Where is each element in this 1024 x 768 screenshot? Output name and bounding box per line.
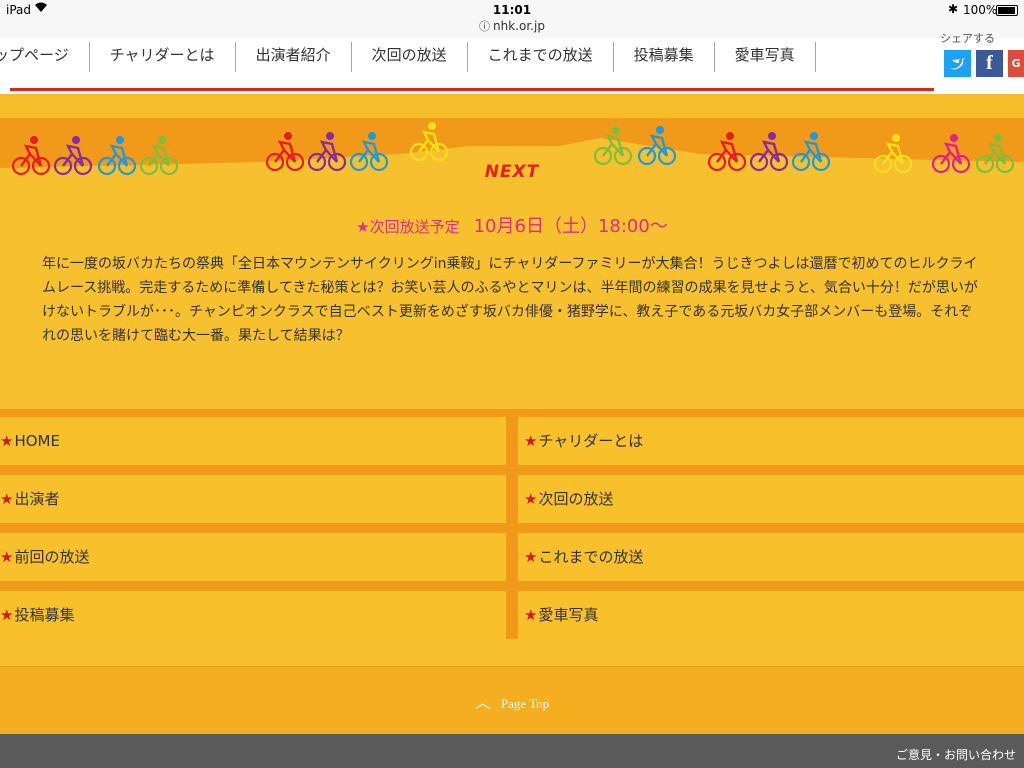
twitter-icon[interactable] (944, 50, 971, 77)
link-label: 投稿募集 (14, 606, 75, 624)
link-next-broadcast[interactable]: ★次回の放送 (518, 475, 1024, 523)
schedule-date: 10月6日（土）18:00～ (473, 216, 668, 237)
star-icon: ★ (524, 490, 538, 508)
link-bike-photos[interactable]: ★愛車写真 (518, 591, 1024, 639)
star-icon: ★ (524, 606, 538, 624)
page-info-icon: ⓘ (479, 20, 491, 33)
nav-about-charider[interactable]: チャリダーとは (90, 42, 236, 72)
star-icon: ★ (524, 548, 538, 566)
nav-menu: ップページ チャリダーとは 出演者紹介 次回の放送 これまでの放送 投稿募集 愛… (0, 42, 816, 72)
star-icon: ★ (0, 548, 14, 566)
link-grid: ★HOME ★チャリダーとは ★出演者 ★次回の放送 ★前回の放送 ★これまでの… (0, 409, 1024, 639)
nav-divider (10, 88, 934, 91)
star-icon: ★ (524, 432, 538, 450)
address-bar[interactable]: ⓘ nhk.or.jp (0, 18, 1024, 34)
global-nav: ップページ チャリダーとは 出演者紹介 次回の放送 これまでの放送 投稿募集 愛… (0, 32, 1024, 94)
nav-next-broadcast[interactable]: 次回の放送 (352, 42, 468, 72)
chevron-up-icon: ︿ (474, 695, 491, 712)
battery-icon (996, 5, 1018, 16)
status-time: 11:01 (492, 3, 532, 17)
contact-link[interactable]: ご意見・お問い合わせ (896, 746, 1016, 763)
nav-submissions[interactable]: 投稿募集 (614, 42, 715, 72)
nav-bike-photos[interactable]: 愛車写真 (715, 42, 816, 72)
link-label: 出演者 (14, 490, 60, 508)
link-past-broadcasts[interactable]: ★これまでの放送 (518, 533, 1024, 581)
link-label: 愛車写真 (538, 606, 599, 624)
link-label: 次回の放送 (538, 490, 614, 508)
google-plus-icon[interactable]: G (1008, 50, 1024, 77)
page-top-label: Page Top (500, 696, 550, 711)
episode-description: 年に一度の坂バカたちの祭典「全日本マウンテンサイクリングin乗鞍」にチャリダーフ… (42, 256, 978, 344)
link-about-charider[interactable]: ★チャリダーとは (518, 417, 1024, 465)
link-label: これまでの放送 (538, 548, 644, 566)
next-heading: NEXT (484, 162, 540, 182)
page-top-area: ︿ Page Top (0, 666, 1024, 735)
address-url: nhk.or.jp (493, 19, 545, 33)
status-bar: iPad 11:01 ⓘ nhk.or.jp ✱ 100% (0, 0, 1024, 39)
share-label: シェアする (940, 32, 995, 45)
nav-past-broadcasts[interactable]: これまでの放送 (468, 42, 614, 72)
bluetooth-icon: ✱ (948, 2, 959, 16)
star-icon: ★ (0, 490, 14, 508)
page-top-button[interactable]: ︿ Page Top (0, 689, 1024, 713)
link-label: HOME (14, 432, 60, 450)
link-home[interactable]: ★HOME (0, 417, 506, 465)
battery-percent: 100% (963, 3, 998, 17)
facebook-icon[interactable]: f (976, 50, 1003, 77)
schedule-label: ★次回放送予定 (356, 218, 460, 236)
band-top (0, 94, 1024, 118)
link-previous-broadcast[interactable]: ★前回の放送 (0, 533, 506, 581)
link-label: 前回の放送 (14, 548, 90, 566)
link-submissions[interactable]: ★投稿募集 (0, 591, 506, 639)
link-label: チャリダーとは (538, 432, 644, 450)
link-cast[interactable]: ★出演者 (0, 475, 506, 523)
nav-cast[interactable]: 出演者紹介 (236, 42, 352, 72)
footer: ご意見・お問い合わせ (0, 734, 1024, 768)
star-icon: ★ (0, 606, 14, 624)
next-schedule: ★次回放送予定 10月6日（土）18:00～ (0, 212, 1024, 238)
star-icon: ★ (0, 432, 14, 450)
nav-top-page[interactable]: ップページ (0, 42, 90, 72)
